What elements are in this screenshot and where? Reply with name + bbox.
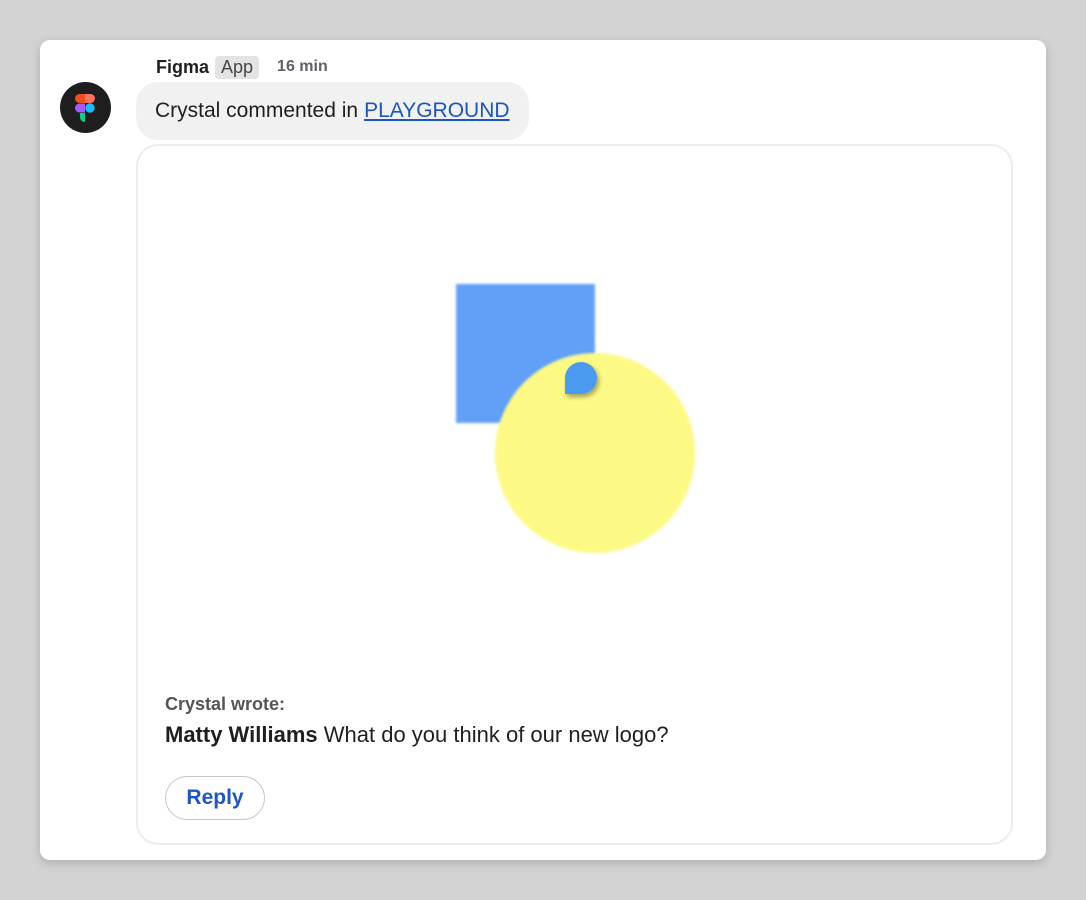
wrote-label: Crystal wrote: — [165, 694, 286, 714]
comment-author: Matty Williams — [165, 722, 318, 747]
message-bubble: Crystal commented in PLAYGROUND — [136, 82, 529, 140]
comment-text: What do you think of our new logo? — [323, 722, 669, 747]
app-badge: App — [215, 55, 260, 79]
message-header: Figma App 16 min — [156, 54, 328, 80]
message-card: Figma App 16 min Crystal commented in PL… — [40, 40, 1046, 860]
design-preview-image[interactable] — [138, 146, 1011, 676]
sender-name[interactable]: Figma — [156, 57, 209, 78]
comment-pin-icon[interactable] — [565, 362, 597, 395]
avatar[interactable] — [60, 82, 111, 133]
reply-button[interactable]: Reply — [165, 776, 265, 820]
figma-logo-icon — [75, 94, 95, 122]
comment-attachment-card: Crystal wrote: Matty Williams What do yo… — [136, 144, 1013, 845]
playground-link[interactable]: PLAYGROUND — [364, 99, 509, 123]
timestamp: 16 min — [277, 58, 328, 75]
comment-body: Matty Williams What do you think of our … — [165, 722, 669, 748]
message-text: Crystal commented in — [155, 99, 359, 122]
